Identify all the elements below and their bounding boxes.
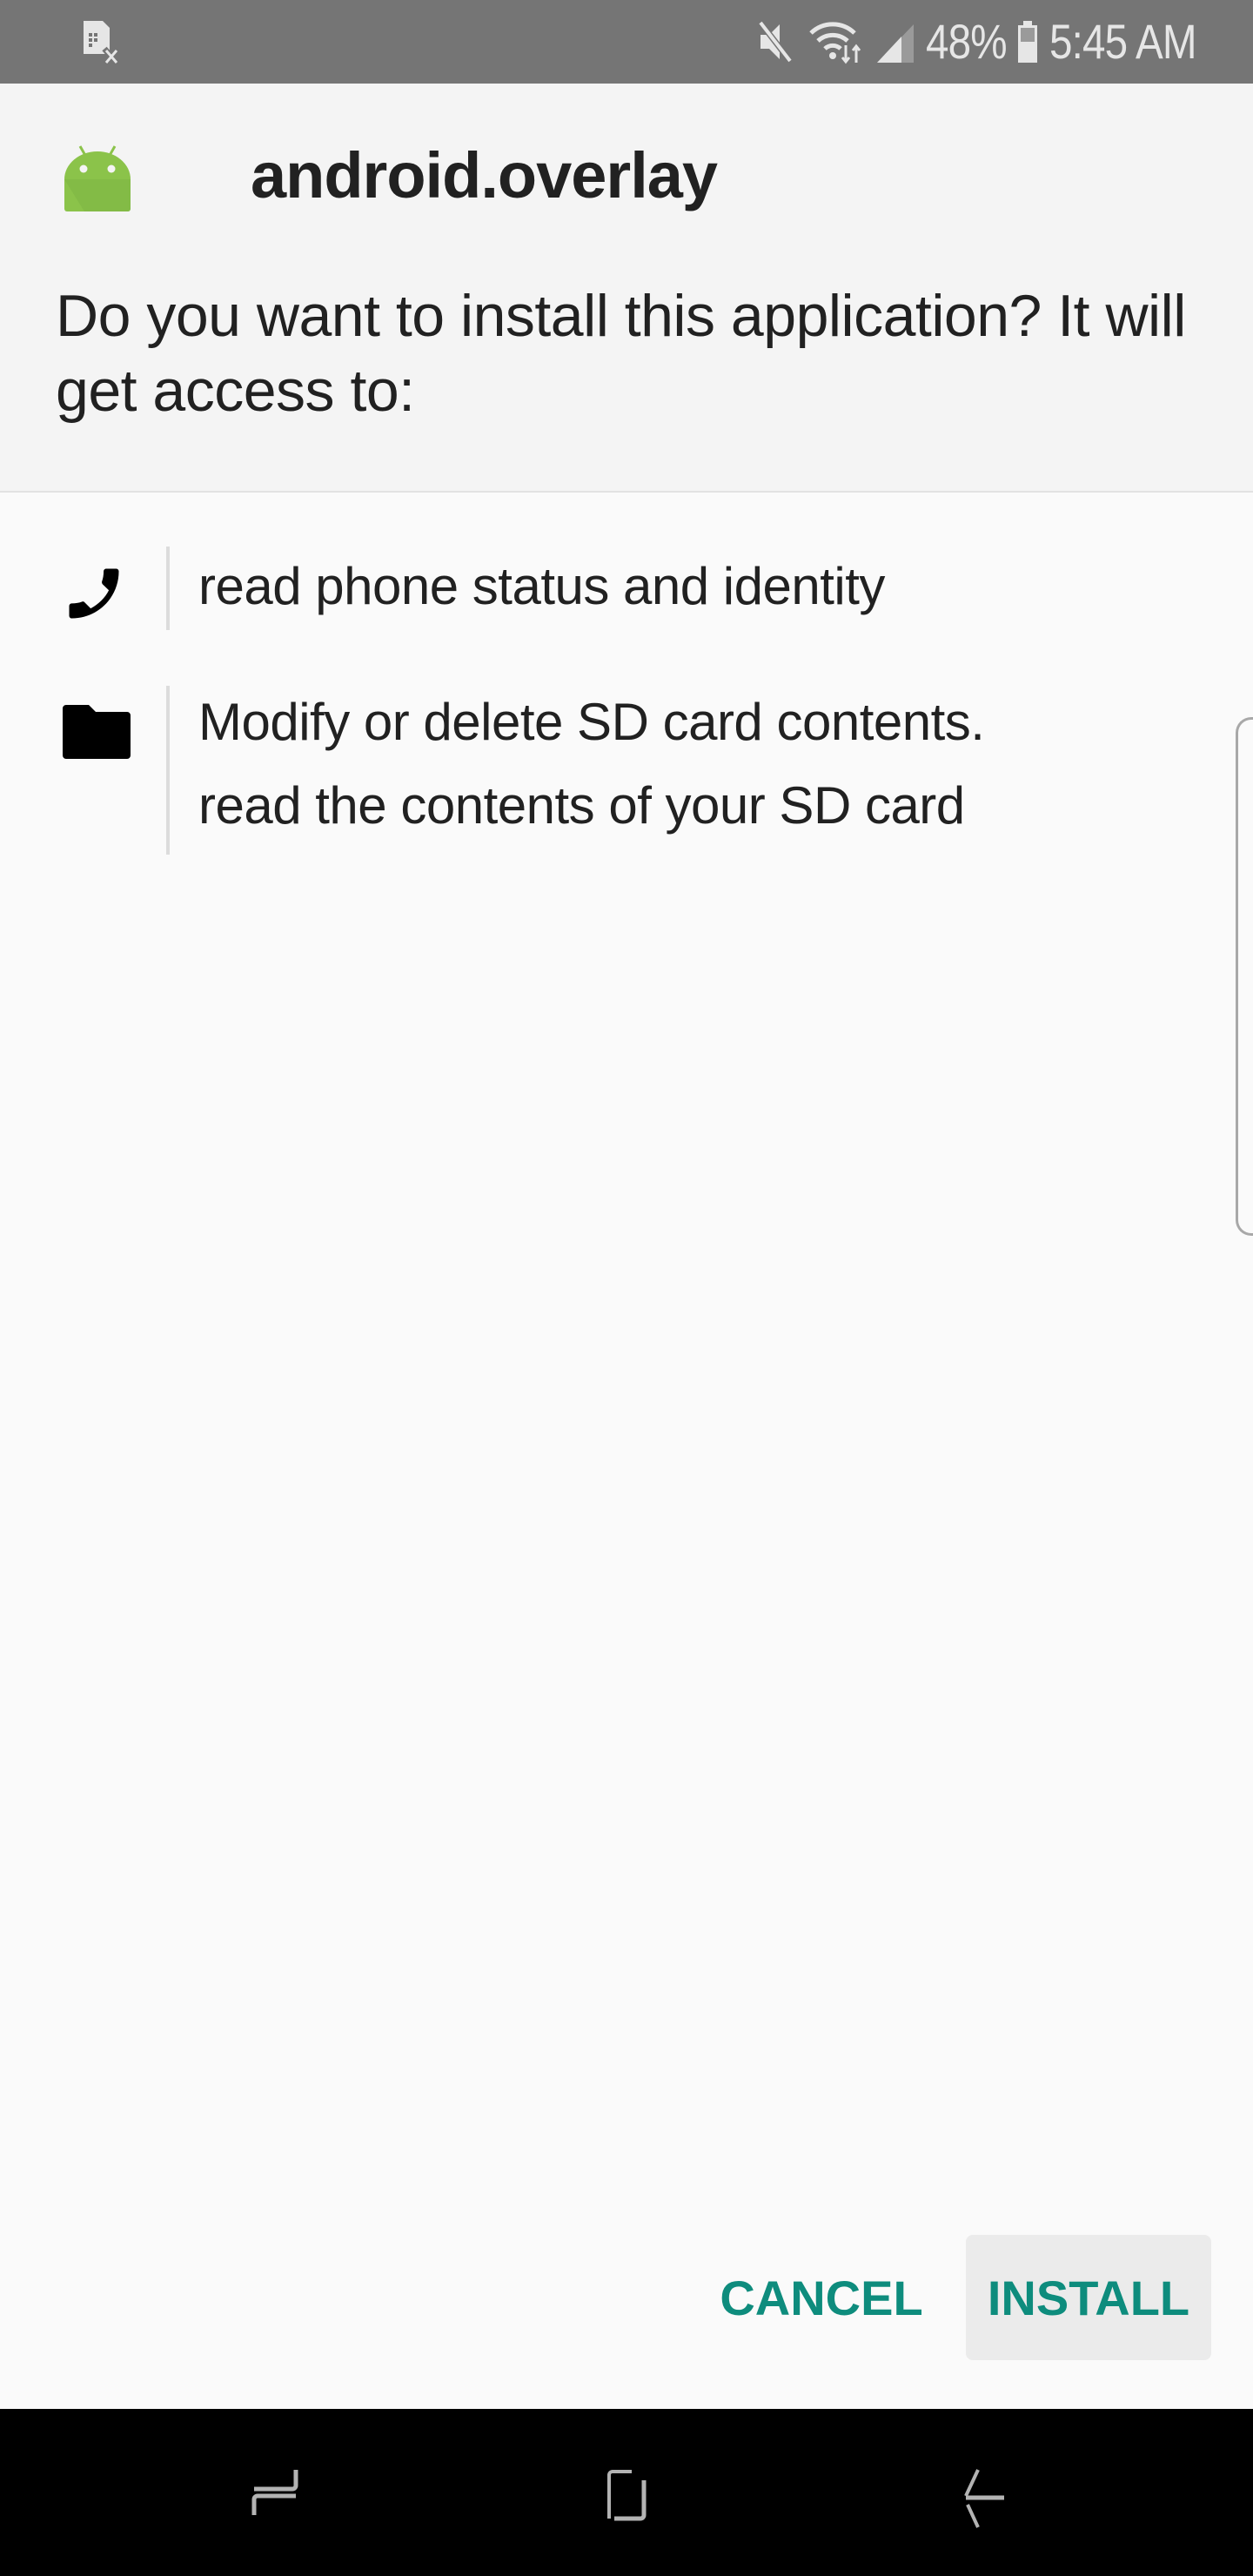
navigation-bar — [0, 2409, 1253, 2576]
folder-icon — [63, 705, 131, 759]
permission-text: Modify or delete SD card contents. — [198, 693, 985, 751]
install-button[interactable]: INSTALL — [966, 2235, 1211, 2360]
install-dialog-header: android.overlay Do you want to install t… — [0, 84, 1253, 493]
permission-divider — [166, 547, 170, 630]
status-bar: 48% 5:45 AM — [0, 0, 1253, 84]
install-question: Do you want to install this application?… — [56, 283, 1186, 424]
cancel-button[interactable]: CANCEL — [703, 2235, 940, 2360]
back-icon[interactable] — [935, 2458, 1018, 2541]
recent-apps-icon[interactable] — [235, 2458, 318, 2541]
sim-card-error-icon — [84, 21, 119, 64]
clock: 5:45 AM — [1049, 14, 1197, 69]
signal-icon — [877, 24, 915, 63]
permission-item: read phone status and identity — [0, 547, 1218, 634]
permission-divider — [166, 686, 170, 855]
wifi-icon — [809, 22, 861, 64]
battery-icon — [1017, 21, 1037, 63]
home-icon[interactable] — [585, 2458, 668, 2541]
edge-panel-handle[interactable] — [1236, 717, 1253, 1236]
phone-icon — [69, 568, 119, 619]
mute-icon — [758, 20, 794, 64]
android-robot-icon — [64, 145, 131, 211]
permission-item: Modify or delete SD card contents. read … — [0, 686, 1218, 855]
battery-percent: 48% — [926, 14, 1008, 69]
permission-text: read the contents of your SD card — [198, 776, 965, 835]
permission-text: read phone status and identity — [198, 557, 885, 615]
app-name: android.overlay — [251, 139, 718, 211]
